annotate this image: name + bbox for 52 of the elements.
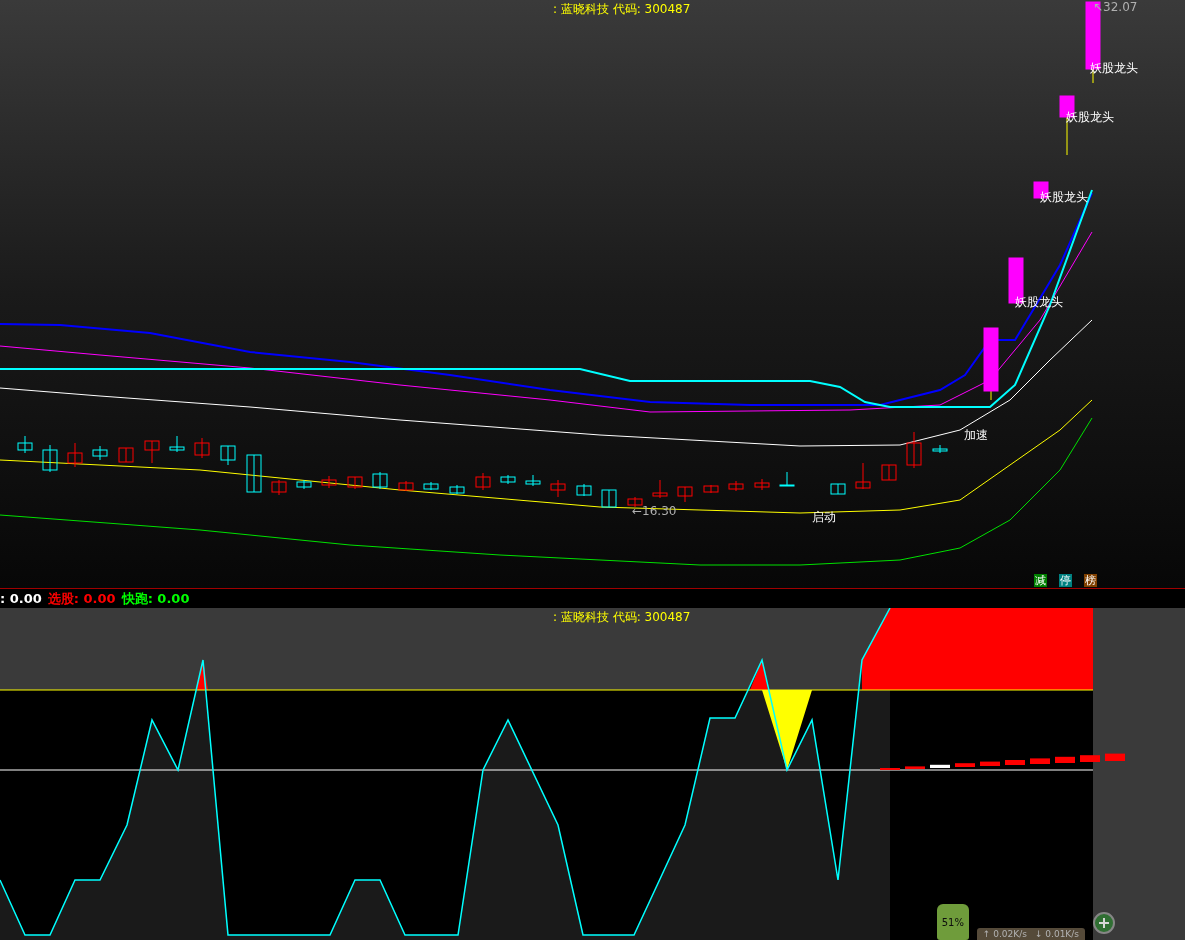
battery-lamp[interactable]: 51% (936, 904, 969, 940)
candlestick (246, 454, 262, 493)
candlestick (296, 479, 312, 490)
candlestick (881, 464, 897, 481)
legend-label: 快跑 (121, 589, 148, 608)
indicator-tag[interactable]: 减 (1034, 574, 1047, 587)
candlestick (449, 484, 465, 495)
network-speed: ↑ 0.02K/s ↓ 0.01K/s (976, 928, 1085, 940)
candlestick (17, 435, 33, 454)
candlestick (118, 447, 134, 463)
candlestick (423, 481, 439, 491)
signal-label: 启动 (812, 510, 836, 524)
candlestick (271, 479, 287, 496)
candlestick (321, 475, 337, 489)
indicator-tag[interactable]: 停 (1059, 574, 1072, 587)
candlestick (525, 474, 541, 487)
candlestick (601, 489, 617, 508)
legend-value: : 0.00 (147, 591, 190, 606)
candlestick (220, 445, 236, 466)
candlestick (576, 483, 592, 497)
candlestick (906, 431, 922, 469)
candlestick (652, 479, 668, 499)
candlestick (627, 496, 643, 508)
legend-label: 选股 (47, 589, 74, 608)
candlestick (677, 486, 693, 503)
candlestick (754, 478, 770, 491)
chart-title: : 蓝晓科技 代码: 300487 (553, 1, 691, 18)
candlestick (475, 472, 491, 491)
candlestick (855, 462, 871, 490)
candlestick (144, 440, 160, 464)
legend-value: : 0.00 (0, 591, 42, 606)
signal-label: 加速 (964, 428, 988, 442)
indicator-tag[interactable]: 榜 (1084, 574, 1097, 587)
candlestick (779, 471, 795, 487)
candlestick (398, 480, 414, 492)
legend-value: : 0.00 (73, 591, 116, 606)
peak-marker (750, 660, 768, 690)
signal-label: 妖股龙头 (1040, 190, 1088, 204)
candlestick (932, 444, 948, 454)
candlestick (500, 474, 516, 485)
candlestick (92, 445, 108, 461)
candlestick (703, 484, 719, 494)
candlestick (550, 479, 566, 498)
candlestick (728, 480, 744, 492)
candlestick (347, 476, 363, 490)
candlestick (372, 471, 388, 490)
candlestick (169, 435, 185, 453)
candlestick (67, 442, 83, 468)
candlestick (42, 444, 58, 473)
candlestick (194, 437, 210, 459)
chart-title: : 蓝晓科技 代码: 300487 (553, 609, 691, 626)
candlestick (830, 483, 846, 495)
